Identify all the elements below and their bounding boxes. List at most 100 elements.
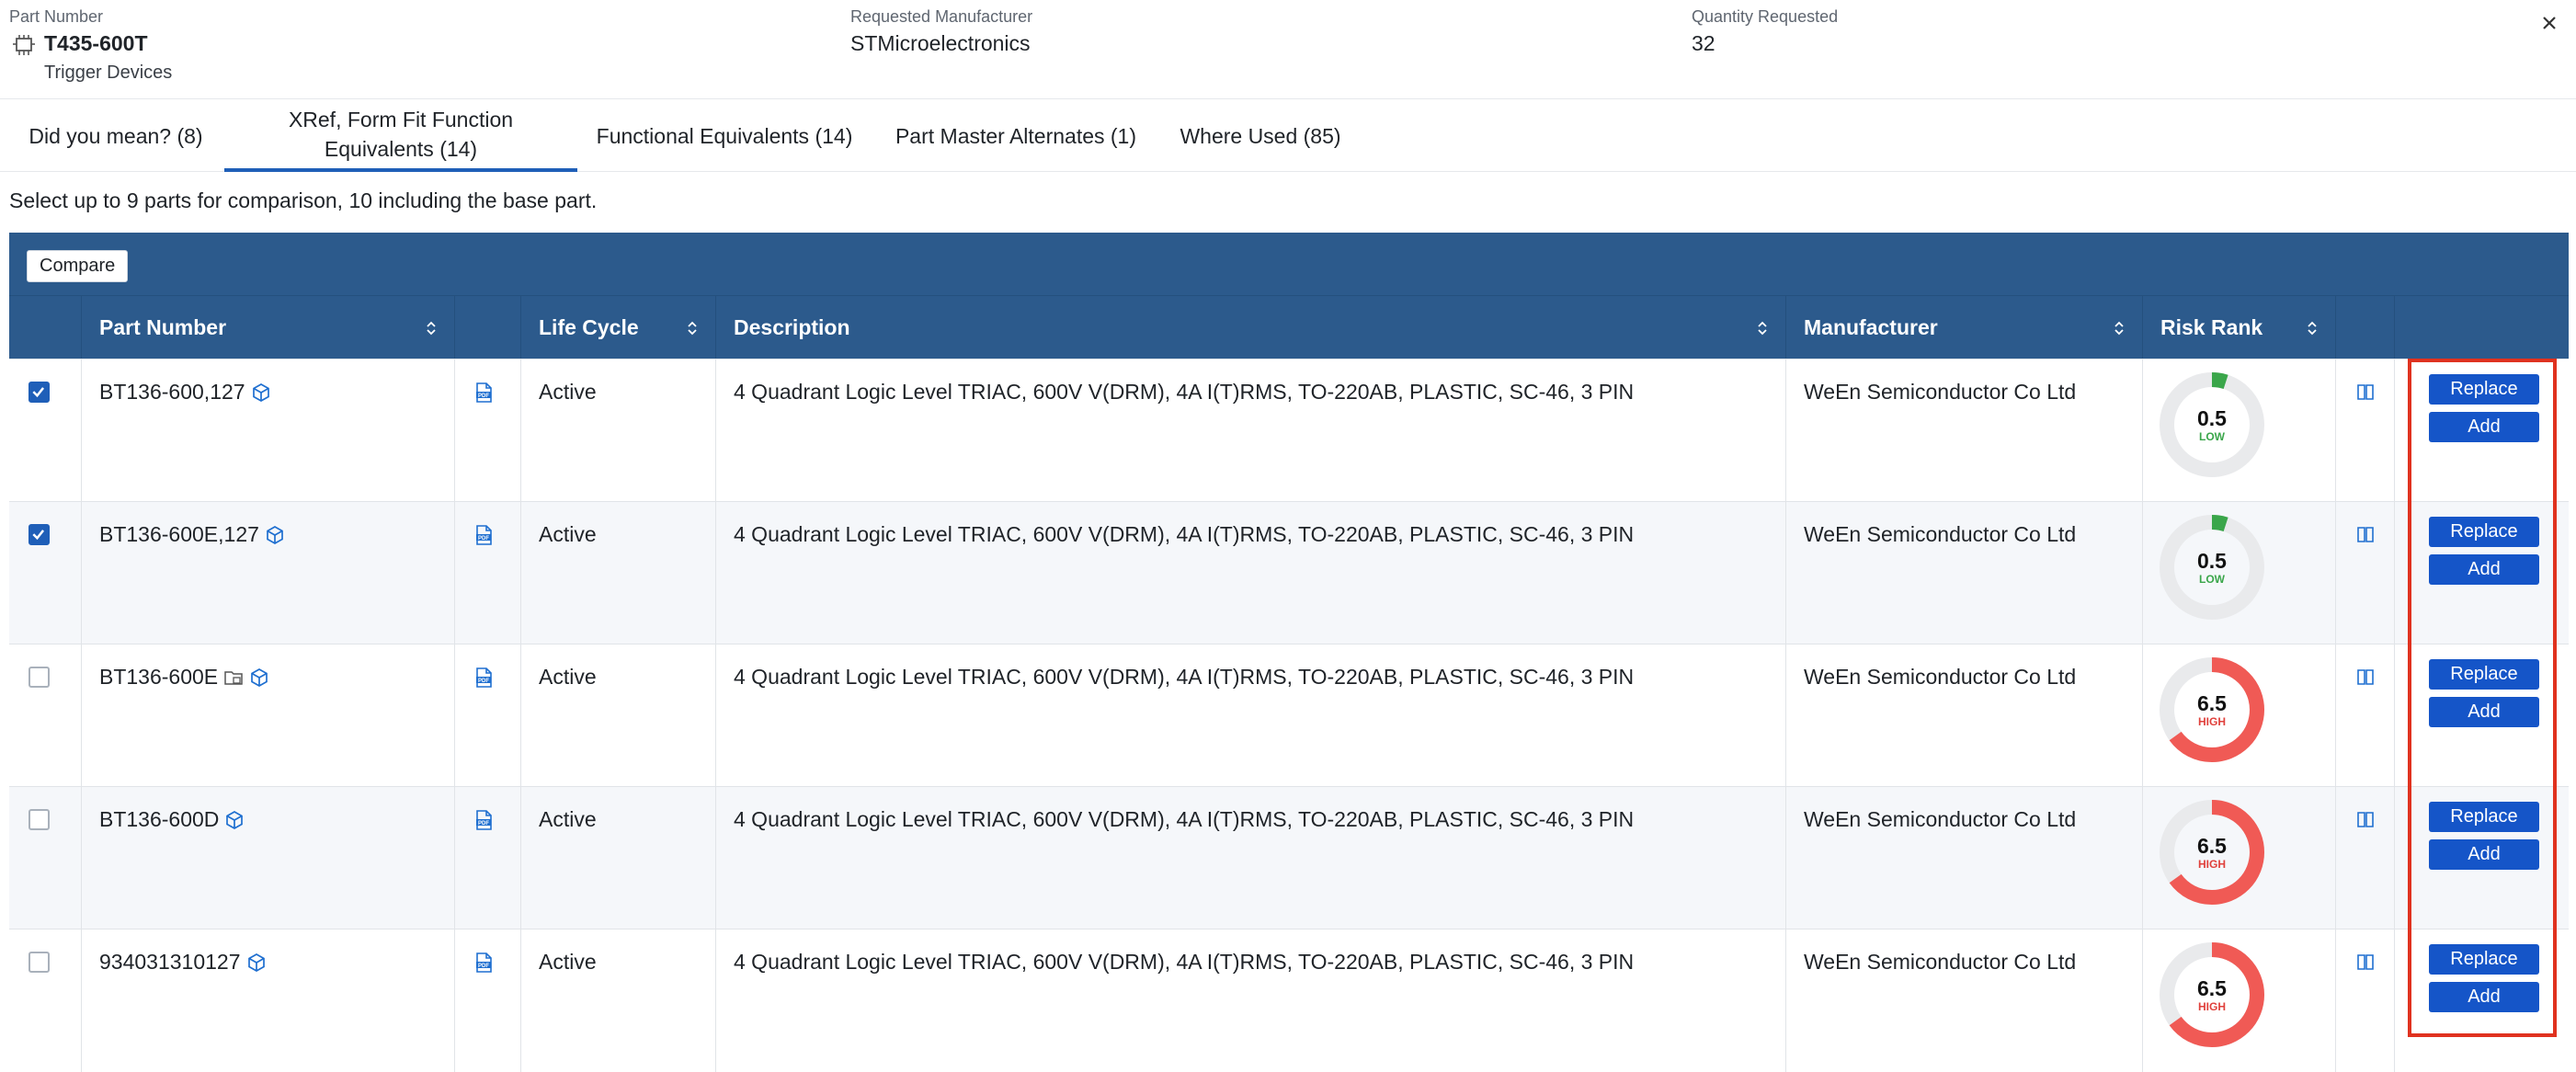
part-number-link[interactable]: BT136-600D: [99, 807, 219, 832]
cube-icon[interactable]: [249, 667, 269, 688]
compare-view-icon[interactable]: [2355, 382, 2376, 402]
actions-cell: Replace Add: [2394, 359, 2569, 502]
select-cell: [9, 359, 81, 502]
pdf-icon[interactable]: PDF: [473, 952, 494, 974]
part-number-cell: 934031310127: [81, 929, 454, 1072]
datasheet-cell: PDF: [454, 359, 520, 502]
risk-rank-cell: 0.5 LOW: [2142, 359, 2335, 502]
add-button[interactable]: Add: [2429, 697, 2539, 727]
manufacturer-value: WeEn Semiconductor Co Ltd: [1804, 380, 2077, 404]
replace-button[interactable]: Replace: [2429, 944, 2539, 975]
tab-functional-equivalents[interactable]: Functional Equivalents (14): [579, 99, 870, 172]
folder-icon[interactable]: [223, 667, 244, 688]
risk-rank-cell: 6.5 HIGH: [2142, 929, 2335, 1072]
header-datasheet: [454, 296, 520, 359]
compare-view-icon[interactable]: [2355, 524, 2376, 544]
table-row[interactable]: BT136-600,127 PDF Active 4 Quadrant Logi…: [9, 359, 2569, 502]
table-row[interactable]: BT136-600E PDF Active 4 Quadrant Logic L…: [9, 644, 2569, 787]
svg-text:PDF: PDF: [478, 536, 489, 542]
life-cycle-cell: Active: [520, 644, 715, 787]
close-icon[interactable]: [2539, 13, 2559, 33]
risk-gauge-label: 6.5 HIGH: [2160, 942, 2264, 1047]
life-cycle-cell: Active: [520, 502, 715, 644]
select-cell: [9, 502, 81, 644]
table-row[interactable]: BT136-600E,127 PDF Active 4 Quadrant Log…: [9, 501, 2569, 644]
datasheet-cell: PDF: [454, 929, 520, 1072]
table-toolbar: Compare: [9, 233, 2569, 295]
compare-cell: [2335, 502, 2394, 644]
sort-icon[interactable]: [2113, 318, 2126, 338]
replace-button[interactable]: Replace: [2429, 374, 2539, 405]
actions-cell: Replace Add: [2394, 787, 2569, 929]
tab-where-used[interactable]: Where Used (85): [1166, 99, 1355, 172]
sort-icon[interactable]: [686, 318, 699, 338]
description-cell: 4 Quadrant Logic Level TRIAC, 600V V(DRM…: [715, 787, 1785, 929]
pdf-icon[interactable]: PDF: [473, 667, 494, 689]
sort-icon[interactable]: [1756, 318, 1769, 338]
cube-icon[interactable]: [246, 952, 267, 973]
part-number-link[interactable]: BT136-600,127: [99, 380, 245, 405]
description-value: 4 Quadrant Logic Level TRIAC, 600V V(DRM…: [734, 807, 1635, 831]
table-row[interactable]: 934031310127 PDF Active 4 Quadrant Logic…: [9, 929, 2569, 1072]
risk-level: HIGH: [2198, 715, 2226, 728]
replace-button[interactable]: Replace: [2429, 659, 2539, 690]
tab-xref-equivalents[interactable]: XRef, Form Fit Function Equivalents (14): [224, 99, 577, 172]
add-button[interactable]: Add: [2429, 982, 2539, 1012]
part-number-link[interactable]: BT136-600E: [99, 665, 218, 690]
replace-button[interactable]: Replace: [2429, 802, 2539, 832]
compare-cell: [2335, 359, 2394, 502]
part-number-cell: BT136-600D: [81, 787, 454, 929]
sort-icon[interactable]: [425, 318, 438, 338]
datasheet-cell: PDF: [454, 502, 520, 644]
risk-gauge-label: 6.5 HIGH: [2160, 800, 2264, 905]
row-checkbox[interactable]: [28, 524, 50, 545]
row-checkbox[interactable]: [28, 809, 50, 830]
replace-button[interactable]: Replace: [2429, 517, 2539, 547]
risk-level: HIGH: [2198, 858, 2226, 871]
add-button[interactable]: Add: [2429, 839, 2539, 870]
datasheet-cell: PDF: [454, 787, 520, 929]
compare-view-icon[interactable]: [2355, 809, 2376, 829]
header-life-cycle[interactable]: Life Cycle: [520, 296, 715, 359]
manufacturer-cell: WeEn Semiconductor Co Ltd: [1785, 787, 2142, 929]
pdf-icon[interactable]: PDF: [473, 382, 494, 404]
header-risk-rank[interactable]: Risk Rank: [2142, 296, 2335, 359]
header-part-number[interactable]: Part Number: [81, 296, 454, 359]
risk-value: 6.5: [2197, 691, 2227, 715]
header-risk-rank-label: Risk Rank: [2160, 315, 2263, 339]
risk-gauge-label: 0.5 LOW: [2160, 515, 2264, 620]
tab-part-master-alternates[interactable]: Part Master Alternates (1): [883, 99, 1149, 172]
cube-icon[interactable]: [224, 810, 245, 830]
description-cell: 4 Quadrant Logic Level TRIAC, 600V V(DRM…: [715, 359, 1785, 502]
add-button[interactable]: Add: [2429, 554, 2539, 585]
part-number-label: Part Number: [9, 7, 104, 26]
cube-icon[interactable]: [265, 525, 285, 545]
add-button[interactable]: Add: [2429, 412, 2539, 442]
row-checkbox[interactable]: [28, 667, 50, 688]
tab-did-you-mean[interactable]: Did you mean? (8): [9, 99, 222, 172]
risk-level: LOW: [2199, 573, 2225, 586]
header-manufacturer[interactable]: Manufacturer: [1785, 296, 2142, 359]
compare-cell: [2335, 644, 2394, 787]
sort-icon[interactable]: [2306, 318, 2319, 338]
part-number-value: T435-600T: [44, 31, 148, 55]
manufacturer-cell: WeEn Semiconductor Co Ltd: [1785, 359, 2142, 502]
pdf-icon[interactable]: PDF: [473, 524, 494, 546]
pdf-icon[interactable]: PDF: [473, 809, 494, 831]
header-description[interactable]: Description: [715, 296, 1785, 359]
part-number-cell: BT136-600E: [81, 644, 454, 787]
table-row[interactable]: BT136-600D PDF Active 4 Quadrant Logic L…: [9, 786, 2569, 929]
part-number-link[interactable]: 934031310127: [99, 950, 241, 975]
compare-view-icon[interactable]: [2355, 667, 2376, 687]
check-icon: [32, 530, 45, 541]
row-checkbox[interactable]: [28, 952, 50, 973]
datasheet-cell: PDF: [454, 644, 520, 787]
svg-text:PDF: PDF: [478, 964, 489, 969]
cube-icon[interactable]: [251, 382, 271, 403]
compare-view-icon[interactable]: [2355, 952, 2376, 972]
risk-value: 0.5: [2197, 406, 2227, 430]
part-number-link[interactable]: BT136-600E,127: [99, 522, 259, 547]
row-checkbox[interactable]: [28, 382, 50, 403]
risk-gauge-label: 0.5 LOW: [2160, 372, 2264, 477]
compare-button[interactable]: Compare: [27, 250, 129, 282]
